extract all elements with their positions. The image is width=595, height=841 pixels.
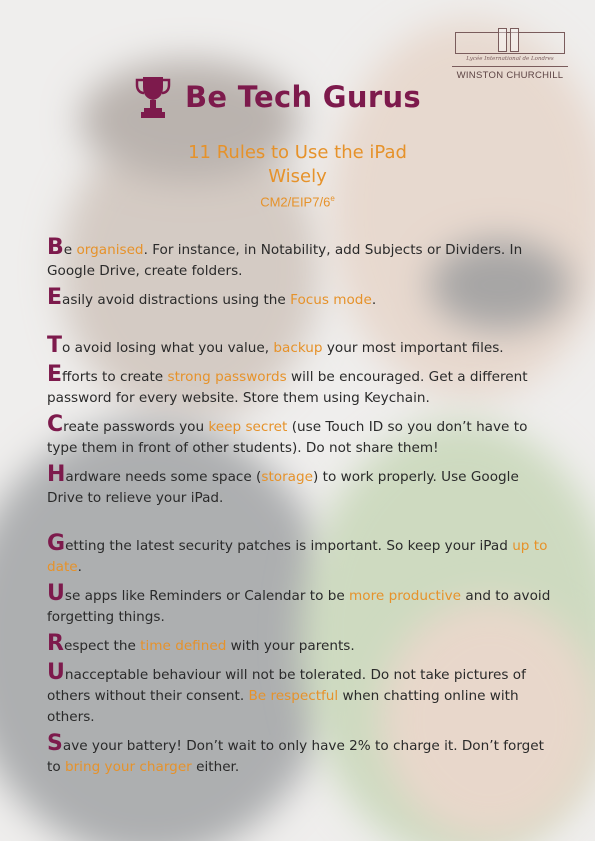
rule-item: Respect the time defined with your paren… [47, 631, 557, 657]
header: Be Tech Gurus [135, 72, 421, 122]
class-level-text: CM2/EIP7/6 [260, 194, 331, 210]
rule-text: etting the latest security patches is im… [65, 538, 513, 554]
rule-text: . [77, 559, 82, 575]
logo-name: WINSTON CHURCHILL [452, 66, 568, 81]
rule-item: Unacceptable behaviour will not be toler… [47, 660, 557, 728]
rule-initial: H [47, 462, 66, 487]
rule-item: Getting the latest security patches is i… [47, 531, 557, 578]
rule-keyword: storage [261, 469, 313, 485]
rule-initial: G [47, 531, 66, 556]
rule-text: espect the [63, 638, 141, 654]
rule-item: Easily avoid distractions using the Focu… [47, 285, 557, 311]
subtitle-line-2: Wisely [268, 166, 327, 187]
rule-text: se apps like Reminders or Calendar to be [64, 588, 350, 604]
rule-keyword: keep secret [208, 419, 288, 435]
rule-text: fforts to create [62, 369, 168, 385]
rule-item: Hardware needs some space (storage) to w… [47, 462, 557, 509]
rule-initial: U [47, 660, 65, 685]
rule-initial: C [47, 412, 64, 437]
rule-initial: T [47, 333, 63, 358]
rule-keyword: bring your charger [64, 759, 192, 775]
rule-text: asily avoid distractions using the [62, 292, 291, 308]
rule-initial: U [47, 581, 65, 606]
rule-keyword: Be respectful [248, 688, 339, 704]
class-level: CM2/EIP7/6e [0, 194, 595, 209]
rule-keyword: organised [76, 242, 144, 258]
rule-initial: R [47, 631, 64, 656]
rule-item: Efforts to create strong passwords will … [47, 362, 557, 409]
rule-keyword: strong passwords [167, 369, 287, 385]
rules-list: Be organised. For instance, in Notabilit… [47, 235, 557, 778]
class-level-sup: e [330, 194, 335, 203]
subtitle-line-1: 11 Rules to Use the iPad [188, 142, 407, 163]
rule-initial: B [47, 235, 64, 260]
rule-keyword: time defined [140, 638, 227, 654]
rule-initial: E [47, 362, 63, 387]
rule-keyword: backup [273, 340, 323, 356]
logo-tagline: Lycée International de Londres [466, 56, 554, 62]
rule-text: with your parents. [226, 638, 355, 654]
rule-text: your most important files. [322, 340, 504, 356]
rule-keyword: Focus mode [290, 292, 372, 308]
rule-text: reate passwords you [63, 419, 209, 435]
rule-text: ardware needs some space ( [65, 469, 262, 485]
school-logo: Lycée International de Londres WINSTON C… [452, 28, 568, 84]
rule-item: Be organised. For instance, in Notabilit… [47, 235, 557, 282]
rule-text: either. [191, 759, 240, 775]
page-title: Be Tech Gurus [185, 80, 421, 114]
rule-initial: S [47, 731, 63, 756]
rule-text: . [371, 292, 377, 308]
rule-item: Use apps like Reminders or Calendar to b… [47, 581, 557, 628]
rule-item: To avoid losing what you value, backup y… [47, 333, 557, 359]
rule-item: Create passwords you keep secret (use To… [47, 412, 557, 459]
rule-item: Save your battery! Don’t wait to only ha… [47, 731, 557, 778]
rule-text: o avoid losing what you value, [62, 340, 274, 356]
rule-text: e [63, 242, 77, 258]
rule-initial: E [47, 285, 63, 310]
rule-keyword: more productive [349, 588, 462, 604]
trophy-icon [135, 77, 171, 118]
